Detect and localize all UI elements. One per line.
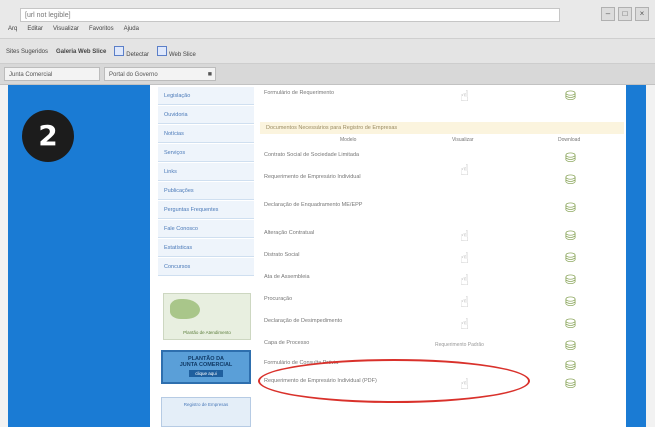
toolbar-checkbox[interactable]: Web Slice [156, 46, 196, 58]
browser-menubar: [url not legible] – □ × Arq Editar Visua… [0, 0, 655, 39]
tab-label: Portal do Governo [109, 72, 158, 78]
hand-icon[interactable]: ☝ [460, 161, 469, 179]
tab-1[interactable]: Junta Comercial [4, 67, 100, 81]
toolbar-item[interactable]: Sites Sugeridos [6, 49, 48, 55]
disk-icon[interactable]: ⛁ [565, 88, 576, 104]
disk-icon[interactable]: ⛁ [565, 358, 576, 374]
leaf-icon [170, 299, 200, 319]
hand-icon[interactable]: ☝ [460, 271, 469, 289]
document-name[interactable]: Alteração Contratual [264, 230, 414, 237]
promo-banner[interactable]: Plantão de Atendimento [163, 293, 251, 340]
document-name[interactable]: Capa de Processo [264, 340, 414, 347]
toolbar-checkbox-label: Web Slice [168, 52, 196, 58]
disk-icon[interactable]: ⛁ [565, 150, 576, 166]
disk-icon[interactable]: ⛁ [565, 294, 576, 310]
table-row: Declaração de Enquadramento ME/EPP ⛁ [260, 199, 624, 219]
junta-comercial-banner[interactable]: PLANTÃO DA JUNTA COMERCIAL clique aqui [161, 350, 251, 384]
menu-item[interactable]: Ajuda [124, 26, 139, 32]
column-header-name: Modelo [340, 137, 357, 143]
sidebar-item[interactable]: Notícias [158, 125, 254, 143]
document-name[interactable]: Distrato Social [264, 252, 414, 259]
close-icon[interactable]: × [635, 7, 649, 21]
toolbar-checkbox-label: Detectar [126, 52, 149, 58]
promo-banner-text: Plantão de Atendimento [183, 330, 231, 335]
disk-icon[interactable]: ⛁ [565, 338, 576, 354]
column-header-view: Visualizar [452, 137, 474, 143]
step-number-badge: 2 [22, 110, 74, 162]
document-name[interactable]: Procuração [264, 296, 414, 303]
sidebar-item[interactable]: Estatísticas [158, 239, 254, 257]
column-header-download: Download [558, 137, 581, 143]
checkbox-icon [156, 46, 167, 56]
document-name[interactable]: Formulário de Requerimento [264, 90, 414, 97]
table-row: Alteração Contratual ☝ ⛁ [260, 227, 624, 247]
hand-icon[interactable]: ☝ [460, 249, 469, 267]
sidebar-item[interactable]: Fale Conosco [158, 220, 254, 238]
tab-bar: Junta Comercial Portal do Governo ■ [0, 64, 655, 85]
menu-items: Arq Editar Visualizar Favoritos Ajuda [8, 26, 139, 32]
menu-item[interactable]: Editar [27, 26, 43, 32]
hand-icon[interactable]: ☝ [460, 315, 469, 333]
toolbar-item[interactable]: Galeria Web Slice [56, 49, 106, 55]
table-row: Formulário de Requerimento ☝ ⛁ [260, 87, 624, 107]
window-controls: – □ × [601, 7, 649, 21]
tab-close-icon[interactable]: ■ [208, 68, 212, 82]
table-row: Declaração de Desimpedimento ☝ ⛁ [260, 315, 624, 335]
menu-item[interactable]: Visualizar [53, 26, 79, 32]
sidebar-item[interactable]: Perguntas Frequentes [158, 201, 254, 219]
table-row: Ata de Assembleia ☝ ⛁ [260, 271, 624, 291]
junta-sub-button[interactable]: clique aqui [189, 370, 223, 377]
hand-icon[interactable]: ☝ [460, 227, 469, 245]
sidebar-item[interactable]: Legislação [158, 87, 254, 105]
maximize-icon[interactable]: □ [618, 7, 632, 21]
document-name[interactable]: Declaração de Enquadramento ME/EPP [264, 202, 414, 209]
web-page: 2 Legislação Ouvidoria Notícias Serviços… [8, 85, 646, 427]
disk-icon[interactable]: ⛁ [565, 376, 576, 392]
document-name[interactable]: Ata de Assembleia [264, 274, 414, 281]
document-name[interactable]: Contrato Social de Sociedade Limitada [264, 152, 414, 159]
registro-banner[interactable]: Registro de Empresas [161, 397, 251, 427]
section-title: Documentos Necessários para Registro de … [260, 122, 624, 134]
right-blue-margin [626, 85, 646, 427]
disk-icon[interactable]: ⛁ [565, 228, 576, 244]
table-row: Requerimento de Empresário Individual ☝ … [260, 162, 624, 191]
menu-item[interactable]: Arq [8, 26, 17, 32]
document-note: Requerimento Padrão [435, 342, 484, 348]
junta-title-2: JUNTA COMERCIAL [179, 362, 233, 368]
table-row: Capa de Processo Requerimento Padrão ⛁ [260, 337, 624, 357]
hand-icon[interactable]: ☝ [460, 87, 469, 105]
hand-icon[interactable]: ☝ [460, 293, 469, 311]
checkbox-icon [114, 46, 125, 56]
sidebar-item[interactable]: Publicações [158, 182, 254, 200]
tab-2[interactable]: Portal do Governo ■ [104, 67, 216, 81]
sidebar-nav: Legislação Ouvidoria Notícias Serviços L… [158, 85, 256, 427]
disk-icon[interactable]: ⛁ [565, 316, 576, 332]
sidebar-item[interactable]: Ouvidoria [158, 106, 254, 124]
table-row: Procuração ☝ ⛁ [260, 293, 624, 313]
table-row: Distrato Social ☝ ⛁ [260, 249, 624, 269]
document-name[interactable]: Declaração de Desimpedimento [264, 318, 414, 325]
disk-icon[interactable]: ⛁ [565, 172, 576, 188]
address-bar[interactable]: [url not legible] [20, 8, 560, 22]
menu-item[interactable]: Favoritos [89, 26, 114, 32]
toolbar-checkbox[interactable]: Detectar [114, 46, 149, 58]
sidebar-item[interactable]: Links [158, 163, 254, 181]
favorites-toolbar: Sites Sugeridos Galeria Web Slice Detect… [0, 39, 655, 64]
document-name[interactable]: Requerimento de Empresário Individual [264, 174, 414, 181]
sidebar-item[interactable]: Serviços [158, 144, 254, 162]
table-row: Contrato Social de Sociedade Limitada ⛁ [260, 149, 624, 169]
minimize-icon[interactable]: – [601, 7, 615, 21]
tab-label: Junta Comercial [9, 72, 53, 78]
disk-icon[interactable]: ⛁ [565, 200, 576, 216]
disk-icon[interactable]: ⛁ [565, 272, 576, 288]
sidebar-item[interactable]: Concursos [158, 258, 254, 276]
highlight-oval [258, 359, 530, 403]
disk-icon[interactable]: ⛁ [565, 250, 576, 266]
